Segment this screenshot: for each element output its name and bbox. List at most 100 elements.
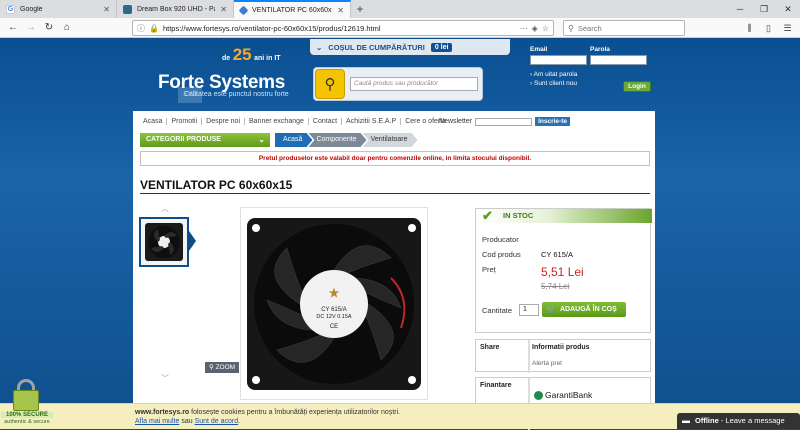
password-field[interactable] [590,55,647,65]
categories-button[interactable]: CATEGORII PRODUSE ⌄ [140,133,270,147]
newsletter-button[interactable]: Inscrie-te [535,117,570,126]
google-favicon-icon: G [6,4,15,14]
browser-search-input[interactable] [577,23,678,33]
garantibank-logo[interactable]: GarantiBank [534,390,592,400]
product-search-input[interactable]: Caută produs sau producător [350,77,478,91]
browser-search-box[interactable]: ⚲ [563,20,685,36]
producer-label: Producator [482,235,519,244]
browser-tab-google[interactable]: G Google ✕ [0,0,117,18]
categories-label: CATEGORII PRODUSE [146,136,221,143]
accept-cookies-link[interactable]: Sunt de acord [195,418,239,425]
info-icon[interactable]: ⓘ [137,23,145,34]
cart-label: COȘUL DE CUMPĂRĂTURI [328,42,425,52]
fortesys-favicon-icon [238,5,249,15]
nav-acasa[interactable]: Acasa [139,118,168,125]
price-label: Preț [482,265,496,274]
secure-badge[interactable]: 100% SECURE authentic & secure [0,376,54,429]
lock-icon[interactable]: 🔒 [149,24,159,33]
chevron-down-icon: ⌄ [258,135,265,144]
fan-label-spec: DC 12V 0.15A [316,314,351,320]
address-bar[interactable]: ⓘ 🔒 https://www.fortesys.ro/ventilator-p… [132,20,554,36]
nav-promotii[interactable]: Promotii [167,118,203,125]
thumbnail-pointer [189,231,196,251]
fan-thumbnail-image [145,223,183,261]
chevron-up-icon[interactable]: ︿ [161,203,169,214]
ce-mark-icon: CE [330,324,338,330]
cookie-separator: sau [181,418,193,425]
share-label: Share [476,340,530,373]
product-info-title: Informatii produs [532,344,590,351]
chat-bubble-icon: ▬ [682,416,690,425]
browser-toolbar: ← → ↻ ⌂ ⓘ 🔒 https://www.fortesys.ro/vent… [0,18,800,38]
close-window-icon[interactable]: ✕ [776,0,800,18]
breadcrumb-componente[interactable]: Componente [308,133,366,147]
cookie-domain: www.fortesys.ro [135,409,190,416]
page-actions-icon[interactable]: ··· [520,24,528,33]
new-client-link[interactable]: › Sunt client nou [530,80,577,87]
price-notice: Pretul produselor este valabil doar pent… [140,151,650,166]
site-logo[interactable]: de 25 ani in IT SYS Forte Systems Calita… [158,45,298,119]
cart-total: 0 lei [430,42,453,52]
page-title: VENTILATOR PC 60x60x15 [140,178,293,192]
logo-suffix: ani in IT [254,55,281,62]
tab-title: Dream Box 920 UHD - Page 22 [137,5,215,13]
nav-banner-exchange[interactable]: Banner exchange [245,118,309,125]
browser-tab-ventilator[interactable]: VENTILATOR PC 60x60x15 ✕ [234,0,351,18]
new-tab-button[interactable]: + [351,0,369,18]
forgot-password-text: Am uitat parola [533,71,578,78]
learn-more-link[interactable]: Afla mai multe [135,418,179,425]
product-main-image[interactable]: ★ CY 615/A DC 12V 0.15A CE [240,207,428,400]
secure-badge-title: 100% SECURE [1,412,53,418]
price-alert-link[interactable]: Alerta pret [532,360,562,367]
restore-icon[interactable]: ❐ [752,0,776,18]
minimize-icon[interactable]: ─ [728,0,752,18]
email-field[interactable] [530,55,587,65]
forward-icon[interactable]: → [22,22,40,33]
sidebar-icon[interactable]: ▯ [760,20,777,36]
current-price: 5,51 Lei [541,265,584,279]
forgot-password-link[interactable]: › Am uitat parola [530,71,577,78]
close-tab-icon[interactable]: ✕ [103,5,110,14]
close-tab-icon[interactable]: ✕ [220,5,227,14]
quantity-input[interactable]: 1 [519,304,539,316]
chat-widget[interactable]: ▬ Offline - Leave a message [677,413,800,429]
fan-image: ★ CY 615/A DC 12V 0.15A CE [247,218,421,390]
cookie-text: www.fortesys.ro folosește cookies pentru… [135,409,400,416]
chevron-down-icon[interactable]: ﹀ [161,373,169,384]
fan-brand-logo: ★ [329,286,340,300]
back-icon[interactable]: ← [4,22,22,33]
newsletter-input[interactable] [475,117,533,126]
url-text[interactable]: https://www.fortesys.ro/ventilator-pc-60… [163,24,516,33]
main-content: Acasa Promotii Despre noi Banner exchang… [133,111,655,430]
breadcrumb-acasa[interactable]: Acasă [275,133,312,147]
browser-tab-strip: G Google ✕ Dream Box 920 UHD - Page 22 ✕… [0,0,800,18]
nav-achizitii-seap[interactable]: Achizitii S.E.A.P [342,118,402,125]
zoom-button[interactable]: ⚲ ZOOM [205,362,240,373]
top-navigation: Acasa Promotii Despre noi Banner exchang… [139,118,450,125]
search-icon[interactable]: ⚲ [315,69,345,99]
window-controls: ─ ❐ ✕ [728,0,800,18]
chat-text: Leave a message [725,416,785,425]
close-tab-icon[interactable]: ✕ [337,6,344,15]
pocket-icon[interactable]: ◈ [532,24,538,33]
secure-badge-subtitle: authentic & secure [4,419,50,425]
toolbar-right-buttons: ⫼ ▯ ☰ [741,20,796,36]
menu-icon[interactable]: ☰ [779,20,796,36]
login-button[interactable]: Login [623,81,651,92]
bookmark-star-icon[interactable]: ☆ [542,24,549,33]
add-to-cart-button[interactable]: 🛒 ADAUGĂ ÎN COȘ [542,302,626,317]
product-thumbnail[interactable] [139,217,189,267]
home-icon[interactable]: ⌂ [58,22,76,33]
product-search: ⚲ Caută produs sau producător [313,67,483,101]
web-page: de 25 ani in IT SYS Forte Systems Calita… [0,39,800,430]
bank-name: GarantiBank [545,390,593,400]
tab-title: VENTILATOR PC 60x60x15 [252,6,333,14]
cart-icon: 🛒 [546,305,556,314]
cart-bar[interactable]: ⌄ COȘUL DE CUMPĂRĂTURI 0 lei [310,39,510,55]
reload-icon[interactable]: ↻ [40,22,58,33]
nav-contact[interactable]: Contact [309,118,343,125]
browser-tab-dreambox[interactable]: Dream Box 920 UHD - Page 22 ✕ [117,0,234,18]
code-label: Cod produs [482,250,521,259]
library-icon[interactable]: ⫼ [741,20,758,36]
nav-despre-noi[interactable]: Despre noi [202,118,246,125]
